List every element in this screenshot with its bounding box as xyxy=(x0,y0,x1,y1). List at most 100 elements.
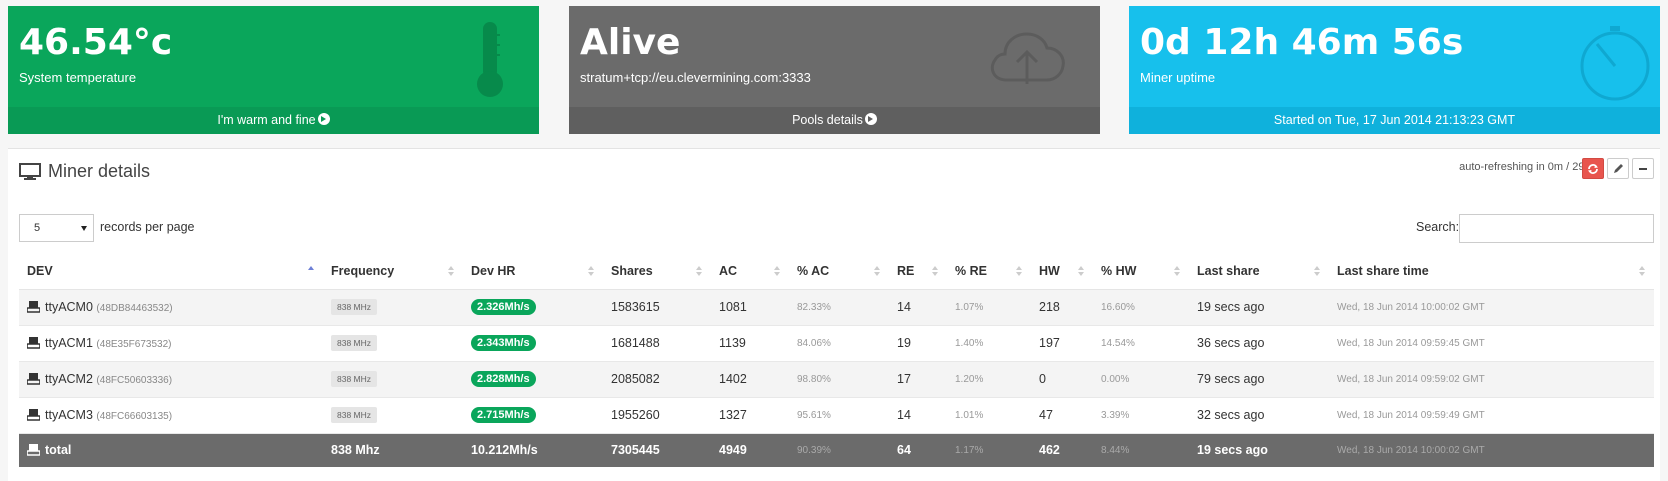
table-cell: 1.17% xyxy=(947,433,1031,467)
device-icon xyxy=(27,409,40,421)
table-cell: 14 xyxy=(889,397,947,434)
uptime-value: 0d 12h 46m 56s xyxy=(1140,22,1464,63)
table-cell: 2.715Mh/s xyxy=(463,397,603,434)
device-name: ttyACM2 xyxy=(45,372,93,386)
hashrate-badge: 2.715Mh/s xyxy=(471,407,536,423)
table-cell: 95.61% xyxy=(789,397,889,434)
column-header-label: AC xyxy=(719,264,738,279)
device-serial: (48FC50603336) xyxy=(96,375,173,386)
table-cell: 79 secs ago xyxy=(1189,361,1329,398)
table-cell: 4949 xyxy=(711,433,789,467)
total-label: total xyxy=(45,443,72,458)
table-cell: 84.06% xyxy=(789,325,889,362)
table-cell: 1.01% xyxy=(947,397,1031,434)
table-cell: 197 xyxy=(1031,325,1093,362)
search-input[interactable] xyxy=(1459,214,1654,243)
table-row[interactable]: ttyACM1 (48E35F673532) 838 MHz 2.343Mh/s 16… xyxy=(19,325,1654,362)
temperature-value: 46.54°c xyxy=(19,22,173,63)
table-cell: 1402 xyxy=(711,361,789,398)
uptime-footer-link[interactable]: Started on Tue, 17 Jun 2014 21:13:23 GMT xyxy=(1129,107,1660,134)
column-header-label: % RE xyxy=(955,264,987,279)
device-name: ttyACM0 xyxy=(45,300,93,314)
table-cell: Wed, 18 Jun 2014 09:59:02 GMT xyxy=(1329,361,1654,398)
table-cell: 1955260 xyxy=(603,397,711,434)
arrow-right-circle-icon xyxy=(317,113,330,125)
table-cell: 1081 xyxy=(711,289,789,326)
table-cell: 838 MHz xyxy=(323,289,463,326)
table-cell: 2.326Mh/s xyxy=(463,289,603,326)
column-header-frequency[interactable]: Frequency xyxy=(323,254,463,290)
column-header-shares[interactable]: Shares xyxy=(603,254,711,290)
table-cell: ttyACM2 (48FC50603336) xyxy=(19,361,323,398)
table-cell: 32 secs ago xyxy=(1189,397,1329,434)
device-serial: (48DB84463532) xyxy=(96,303,173,314)
table-cell: 14.54% xyxy=(1093,325,1189,362)
table-cell: 3.39% xyxy=(1093,397,1189,434)
stopwatch-icon xyxy=(1580,26,1650,101)
table-cell: Wed, 18 Jun 2014 09:59:45 GMT xyxy=(1329,325,1654,362)
sort-icon xyxy=(1314,266,1321,278)
column-header-pct-re[interactable]: % RE xyxy=(947,254,1031,290)
column-header-last-share[interactable]: Last share xyxy=(1189,254,1329,290)
table-cell: 19 secs ago xyxy=(1189,289,1329,326)
table-cell: 1.07% xyxy=(947,289,1031,326)
column-header-hw[interactable]: HW xyxy=(1031,254,1093,290)
column-header-pct-hw[interactable]: % HW xyxy=(1093,254,1189,290)
table-cell: 90.39% xyxy=(789,433,889,467)
table-cell: 17 xyxy=(889,361,947,398)
frequency-badge: 838 MHz xyxy=(331,335,378,351)
device-icon xyxy=(27,444,40,457)
column-header-label: Shares xyxy=(611,264,653,279)
refresh-button[interactable] xyxy=(1582,158,1604,179)
cloud-upload-icon xyxy=(990,32,1065,84)
table-cell: ttyACM1 (48E35F673532) xyxy=(19,325,323,362)
table-cell: 838 MHz xyxy=(323,397,463,434)
table-cell: 838 MHz xyxy=(323,325,463,362)
sort-ascending-icon xyxy=(308,266,315,278)
column-header-pct-ac[interactable]: % AC xyxy=(789,254,889,290)
uptime-label: Miner uptime xyxy=(1140,70,1216,85)
sort-icon xyxy=(1016,266,1023,278)
column-header-ac[interactable]: AC xyxy=(711,254,789,290)
pencil-icon xyxy=(1613,164,1623,173)
device-serial: (48E35F673532) xyxy=(96,339,172,350)
table-cell: 16.60% xyxy=(1093,289,1189,326)
table-cell: total xyxy=(19,433,323,467)
records-per-page-select[interactable]: 5 xyxy=(19,214,94,242)
table-cell: 14 xyxy=(889,289,947,326)
collapse-button[interactable] xyxy=(1632,158,1654,179)
table-cell: Wed, 18 Jun 2014 09:59:49 GMT xyxy=(1329,397,1654,434)
device-icon xyxy=(27,337,40,349)
table-cell: Wed, 18 Jun 2014 10:00:02 GMT xyxy=(1329,433,1654,467)
pool-footer-link[interactable]: Pools details xyxy=(569,107,1100,134)
table-cell: 1.20% xyxy=(947,361,1031,398)
column-header-dev[interactable]: DEV xyxy=(19,254,323,290)
table-row[interactable]: ttyACM3 (48FC66603135) 838 MHz 2.715Mh/s 19… xyxy=(19,397,1654,434)
sort-icon xyxy=(448,266,455,278)
sort-icon xyxy=(696,266,703,278)
temperature-footer-link[interactable]: I'm warm and fine xyxy=(8,107,539,134)
table-cell: 82.33% xyxy=(789,289,889,326)
column-header-last-share-time[interactable]: Last share time xyxy=(1329,254,1654,290)
table-cell: 462 xyxy=(1031,433,1093,467)
table-row[interactable]: ttyACM0 (48DB84463532) 838 MHz 2.326Mh/s 15… xyxy=(19,289,1654,326)
column-header-label: Dev HR xyxy=(471,264,516,279)
table-row[interactable]: ttyACM2 (48FC50603336) 838 MHz 2.828Mh/s 20… xyxy=(19,361,1654,398)
column-header-label: % AC xyxy=(797,264,830,279)
column-header-label: Frequency xyxy=(331,264,395,279)
table-cell: 47 xyxy=(1031,397,1093,434)
column-header-label: HW xyxy=(1039,264,1060,279)
table-total-row: total 838 Mhz 10.212Mh/s 7305445 4949 90.39% 6… xyxy=(19,433,1654,467)
table-cell: 10.212Mh/s xyxy=(463,433,603,467)
edit-button[interactable] xyxy=(1607,158,1629,179)
table-cell: 218 xyxy=(1031,289,1093,326)
hashrate-badge: 2.343Mh/s xyxy=(471,335,536,351)
column-header-dev-hr[interactable]: Dev HR xyxy=(463,254,603,290)
sort-icon xyxy=(1078,266,1085,278)
minus-icon xyxy=(1639,167,1647,170)
table-cell: 1327 xyxy=(711,397,789,434)
sort-icon xyxy=(1639,266,1646,278)
temperature-footer-text: I'm warm and fine xyxy=(217,113,316,127)
sort-icon xyxy=(874,266,881,278)
column-header-re[interactable]: RE xyxy=(889,254,947,290)
